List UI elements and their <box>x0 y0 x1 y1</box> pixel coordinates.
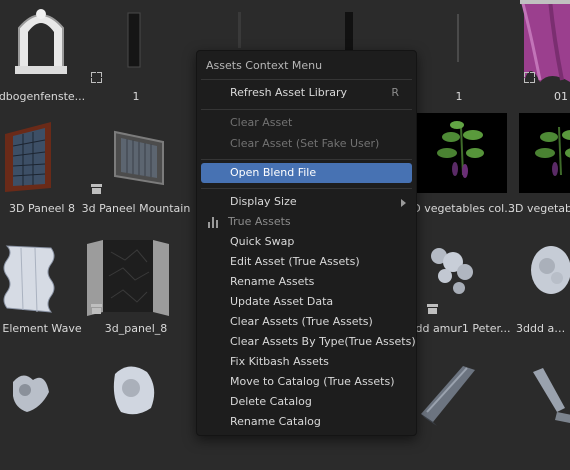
menu-item-label: Rename Assets <box>230 275 315 288</box>
archive-icon <box>91 184 102 194</box>
asset-name: 3d_panel_8 <box>104 322 168 335</box>
menu-item-label: Display Size <box>230 195 297 208</box>
menu-item-label: Clear Asset <box>230 116 293 129</box>
menu-item-open-blend-file[interactable]: Open Blend File <box>201 163 412 183</box>
asset-tile[interactable]: 3d Paneel Mountain <box>77 112 195 230</box>
menu-section-label: True Assets <box>228 215 291 228</box>
asset-thumbnail <box>531 246 570 294</box>
asset-tile[interactable] <box>77 352 195 470</box>
asset-name: 01 <box>554 90 568 103</box>
menu-item-update-asset-data[interactable]: Update Asset Data <box>201 292 412 312</box>
asset-name: 1 <box>455 90 463 103</box>
asset-tile[interactable]: 3D vegetab <box>508 112 570 230</box>
asset-name: 3D vegetables col... <box>405 202 515 215</box>
shortcut-label: R <box>391 86 399 99</box>
asset-tile[interactable]: 1 <box>400 0 518 118</box>
asset-thumbnail <box>520 0 570 82</box>
menu-item-label: Fix Kitbash Assets <box>230 355 329 368</box>
asset-tile[interactable]: 1 <box>77 0 195 118</box>
asset-name: 3d Paneel Mountain <box>81 202 191 215</box>
assets-context-menu: Assets Context Menu Refresh Asset Librar… <box>196 50 417 436</box>
asset-thumbnail <box>421 366 475 426</box>
asset-thumbnail <box>519 113 570 193</box>
asset-name: 3D vegetab <box>508 202 570 215</box>
menu-item-refresh-asset-library[interactable]: Refresh Asset Library R <box>201 83 412 103</box>
archive-icon <box>427 304 438 314</box>
bar-chart-icon <box>208 217 218 228</box>
menu-item-delete-catalog[interactable]: Delete Catalog <box>201 392 412 412</box>
menu-item-label: Refresh Asset Library <box>230 86 348 99</box>
menu-separator <box>201 109 412 110</box>
menu-item-clear-asset-fake-user[interactable]: Clear Asset (Set Fake User) <box>201 134 412 154</box>
asset-thumbnail <box>457 14 459 62</box>
menu-item-clear-assets-by-type[interactable]: Clear Assets By Type(True Assets) <box>201 332 416 352</box>
menu-item-label: Update Asset Data <box>230 295 334 308</box>
menu-item-label: Clear Asset (Set Fake User) <box>230 137 380 150</box>
asset-name: 3ddd amur1 <box>516 322 570 335</box>
asset-tile[interactable] <box>413 352 531 470</box>
menu-section-true-assets: True Assets <box>201 212 412 232</box>
menu-item-quick-swap[interactable]: Quick Swap <box>201 232 412 252</box>
menu-item-label: Rename Catalog <box>230 415 321 428</box>
frame-icon <box>524 72 535 83</box>
menu-separator <box>201 188 412 189</box>
archive-icon <box>91 304 102 314</box>
menu-item-label: Open Blend File <box>230 166 317 179</box>
menu-separator <box>201 159 412 160</box>
menu-title: Assets Context Menu <box>206 59 323 72</box>
menu-separator <box>201 79 412 80</box>
menu-item-label: Delete Catalog <box>230 395 312 408</box>
menu-item-display-size[interactable]: Display Size <box>201 192 412 212</box>
asset-tile[interactable]: 3ddd amur1 Peter... <box>402 232 531 350</box>
menu-item-clear-asset[interactable]: Clear Asset <box>201 113 412 133</box>
menu-item-rename-catalog[interactable]: Rename Catalog <box>201 412 412 432</box>
frame-icon <box>91 72 102 83</box>
asset-thumbnail <box>113 366 155 415</box>
asset-tile[interactable] <box>517 352 570 470</box>
asset-tile[interactable]: 3ddd amur1 <box>516 232 570 350</box>
menu-item-label: Quick Swap <box>230 235 295 248</box>
menu-item-move-to-catalog[interactable]: Move to Catalog (True Assets) <box>201 372 412 392</box>
menu-item-label: Clear Assets (True Assets) <box>230 315 373 328</box>
menu-item-rename-assets[interactable]: Rename Assets <box>201 272 412 292</box>
asset-tile[interactable]: 01 <box>510 0 570 118</box>
menu-item-fix-kitbash-assets[interactable]: Fix Kitbash Assets <box>201 352 412 372</box>
menu-item-label: Clear Assets By Type(True Assets) <box>230 335 416 348</box>
asset-thumbnail <box>533 368 570 423</box>
submenu-arrow-icon <box>401 199 406 207</box>
menu-item-clear-assets[interactable]: Clear Assets (True Assets) <box>201 312 412 332</box>
menu-item-label: Move to Catalog (True Assets) <box>230 375 395 388</box>
asset-tile[interactable]: 3d_panel_8 <box>77 232 195 350</box>
asset-thumbnail <box>413 113 507 193</box>
menu-item-label: Edit Asset (True Assets) <box>230 255 360 268</box>
menu-item-edit-asset[interactable]: Edit Asset (True Assets) <box>201 252 412 272</box>
asset-name: 1 <box>132 90 140 103</box>
